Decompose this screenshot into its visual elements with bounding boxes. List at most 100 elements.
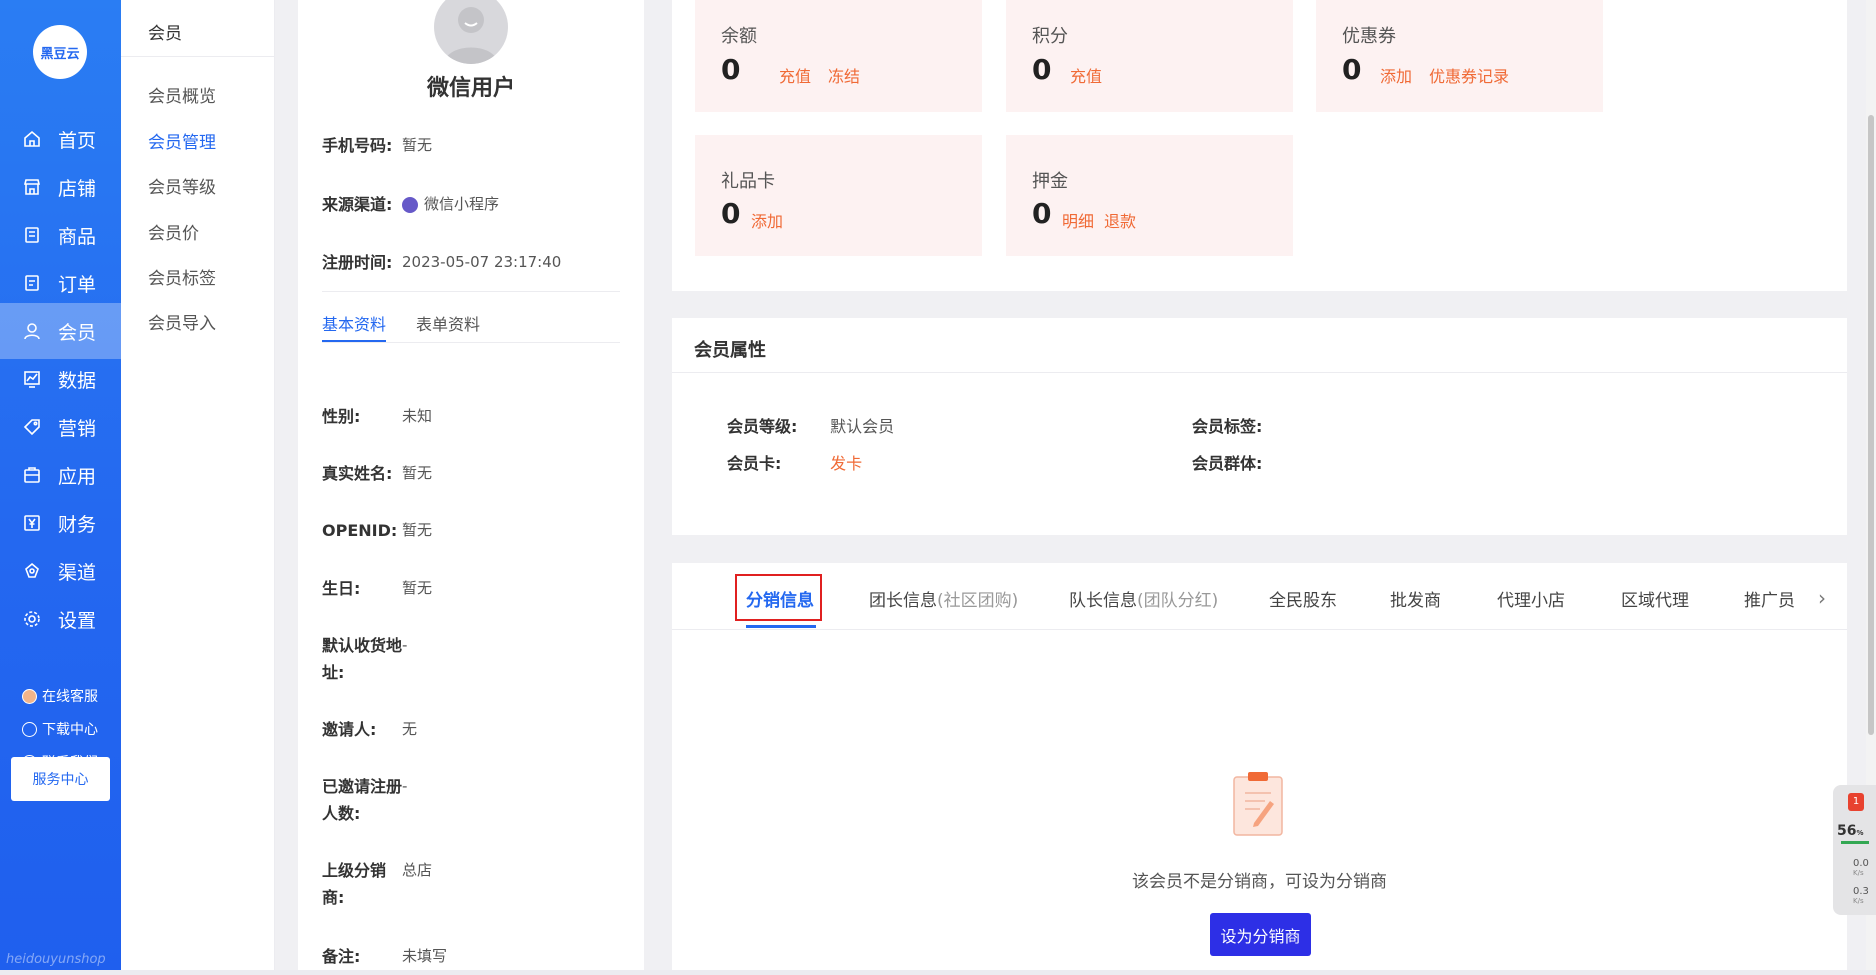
- field-label: 上级分销商:: [322, 861, 387, 907]
- network-speed-widget[interactable]: 1 56% 0.0 K/s 0.3 K/s: [1833, 785, 1876, 915]
- points-recharge-link[interactable]: 充值: [1070, 63, 1102, 87]
- avatar: [434, 0, 508, 64]
- nav-label: 商品: [58, 225, 97, 248]
- attr-label: 会员卡:: [727, 454, 782, 473]
- nav-label: 设置: [58, 609, 97, 632]
- attr-value: 默认会员: [830, 417, 895, 436]
- recharge-link[interactable]: 充值: [779, 63, 811, 87]
- nav-item-settings[interactable]: 设置: [0, 591, 121, 647]
- field-gender: 性别: 未知: [322, 403, 432, 430]
- empty-state-text: 该会员不是分销商，可设为分销商: [1132, 872, 1387, 892]
- scrollbar-thumb[interactable]: [1868, 115, 1874, 735]
- tab-sublabel: (团队分红): [1137, 591, 1219, 611]
- tab-shareholder[interactable]: 全民股东: [1269, 586, 1337, 611]
- tab-wholesaler[interactable]: 批发商: [1390, 586, 1441, 611]
- nav-label: 数据: [58, 369, 97, 392]
- giftcard-card: 礼品卡 0 添加: [695, 135, 982, 256]
- field-remark: 备注: 未填写: [322, 943, 447, 970]
- app-icon: [24, 467, 40, 483]
- shield-badge-icon: 1: [1848, 793, 1864, 811]
- contact-us-link[interactable]: 联系我们: [22, 752, 98, 772]
- field-invited-count: 已邀请注册人数: -: [322, 773, 407, 827]
- source-value: 微信小程序: [402, 191, 499, 218]
- order-icon: [25, 275, 39, 291]
- coupon-records-link[interactable]: 优惠券记录: [1429, 63, 1509, 87]
- field-value: 未知: [402, 407, 433, 425]
- tab-form-info[interactable]: 表单资料: [416, 311, 480, 335]
- card-value: 0: [721, 197, 741, 230]
- freeze-link[interactable]: 冻结: [828, 63, 860, 87]
- tab-distribution[interactable]: 分销信息: [746, 586, 814, 611]
- set-distributor-button[interactable]: 设为分销商: [1210, 913, 1311, 956]
- add-coupon-link[interactable]: 添加: [1380, 63, 1412, 87]
- brand-logo[interactable]: 黑豆云: [33, 25, 87, 79]
- field-value: 暂无: [402, 579, 433, 597]
- subnav-title: 会员: [148, 24, 182, 44]
- link-label: 在线客服: [42, 689, 98, 705]
- section-title: 会员属性: [694, 340, 766, 361]
- deposit-detail-link[interactable]: 明细: [1062, 208, 1094, 232]
- field-value: 无: [402, 720, 418, 738]
- yen-icon: [24, 515, 40, 531]
- subnav-item-overview[interactable]: 会员概览: [148, 82, 216, 107]
- percent-value: 56: [1837, 823, 1857, 839]
- divider: [322, 342, 620, 343]
- empty-clipboard-icon: [1233, 772, 1283, 836]
- tab-promoter[interactable]: 推广员: [1744, 586, 1795, 611]
- field-label: 默认收货地址:: [322, 636, 403, 682]
- tab-basic-info[interactable]: 基本资料: [322, 311, 386, 335]
- attr-level: 会员等级: 默认会员: [727, 413, 894, 437]
- tab-team-captain[interactable]: 队长信息(团队分红): [1069, 586, 1218, 611]
- member-assets-panel: 余额 0 充值 冻结 积分 0 充值 优惠券 0 添加 优惠券记录 礼品卡 0 …: [672, 0, 1847, 291]
- usage-bar: [1841, 841, 1869, 844]
- source-row: 来源渠道: 微信小程序: [322, 191, 499, 218]
- brand-watermark: heidouyunshop: [6, 952, 106, 967]
- card-title: 余额: [721, 26, 757, 47]
- tab-regional-agent[interactable]: 区域代理: [1621, 586, 1689, 611]
- online-support-link[interactable]: 在线客服: [22, 686, 98, 706]
- field-value: 总店: [402, 861, 433, 879]
- miniprogram-icon: [402, 196, 418, 213]
- field-label: 邀请人:: [322, 720, 377, 739]
- card-title: 礼品卡: [721, 171, 775, 192]
- percent-unit: %: [1856, 829, 1864, 837]
- nav-label: 渠道: [58, 561, 97, 584]
- attr-label: 会员群体:: [1192, 454, 1263, 473]
- add-giftcard-link[interactable]: 添加: [751, 208, 783, 232]
- balance-card: 余额 0 充值 冻结: [695, 0, 982, 112]
- field-label: OPENID:: [322, 521, 398, 540]
- attr-card: 会员卡: 发卡: [727, 450, 862, 474]
- subnav-item-tags[interactable]: 会员标签: [148, 264, 216, 289]
- goods-icon: [25, 227, 39, 243]
- upload-speed: 0.0: [1853, 858, 1869, 869]
- deposit-refund-link[interactable]: 退款: [1104, 208, 1136, 232]
- subnav-item-manage[interactable]: 会员管理: [148, 128, 216, 153]
- field-value: 未填写: [402, 947, 448, 965]
- download-center-link[interactable]: 下载中心: [22, 719, 98, 739]
- nav-label: 会员: [58, 321, 97, 344]
- tab-label: 团长信息: [869, 591, 937, 611]
- chevron-right-icon[interactable]: ›: [1818, 586, 1826, 610]
- user-icon: [24, 323, 40, 340]
- subnav-item-import[interactable]: 会员导入: [148, 309, 216, 334]
- tab-agent-shop[interactable]: 代理小店: [1497, 586, 1565, 611]
- card-value: 0: [1342, 53, 1362, 86]
- register-row: 注册时间: 2023-05-07 23:17:40: [322, 249, 561, 276]
- bottom-strip: [0, 970, 1876, 975]
- issue-card-link[interactable]: 发卡: [830, 454, 862, 473]
- contact-icon: [22, 754, 37, 770]
- divider: [322, 291, 620, 292]
- subnav-item-price[interactable]: 会员价: [148, 219, 199, 244]
- coupons-card: 优惠券 0 添加 优惠券记录: [1316, 0, 1603, 112]
- subnav-item-levels[interactable]: 会员等级: [148, 173, 216, 198]
- member-attributes-panel: 会员属性 会员等级: 默认会员 会员卡: 发卡 会员标签: 会员群体:: [672, 318, 1847, 535]
- download-icon: [22, 721, 37, 737]
- tab-group-leader[interactable]: 团长信息(社区团购): [869, 586, 1018, 611]
- field-realname: 真实姓名: 暂无: [322, 460, 432, 487]
- card-value: 0: [1032, 53, 1052, 86]
- cpu-percent: 56%: [1837, 823, 1864, 839]
- field-address: 默认收货地址: -: [322, 632, 407, 686]
- card-title: 积分: [1032, 26, 1068, 47]
- channel-icon: [25, 562, 39, 578]
- phone-row: 手机号码: 暂无: [322, 132, 432, 159]
